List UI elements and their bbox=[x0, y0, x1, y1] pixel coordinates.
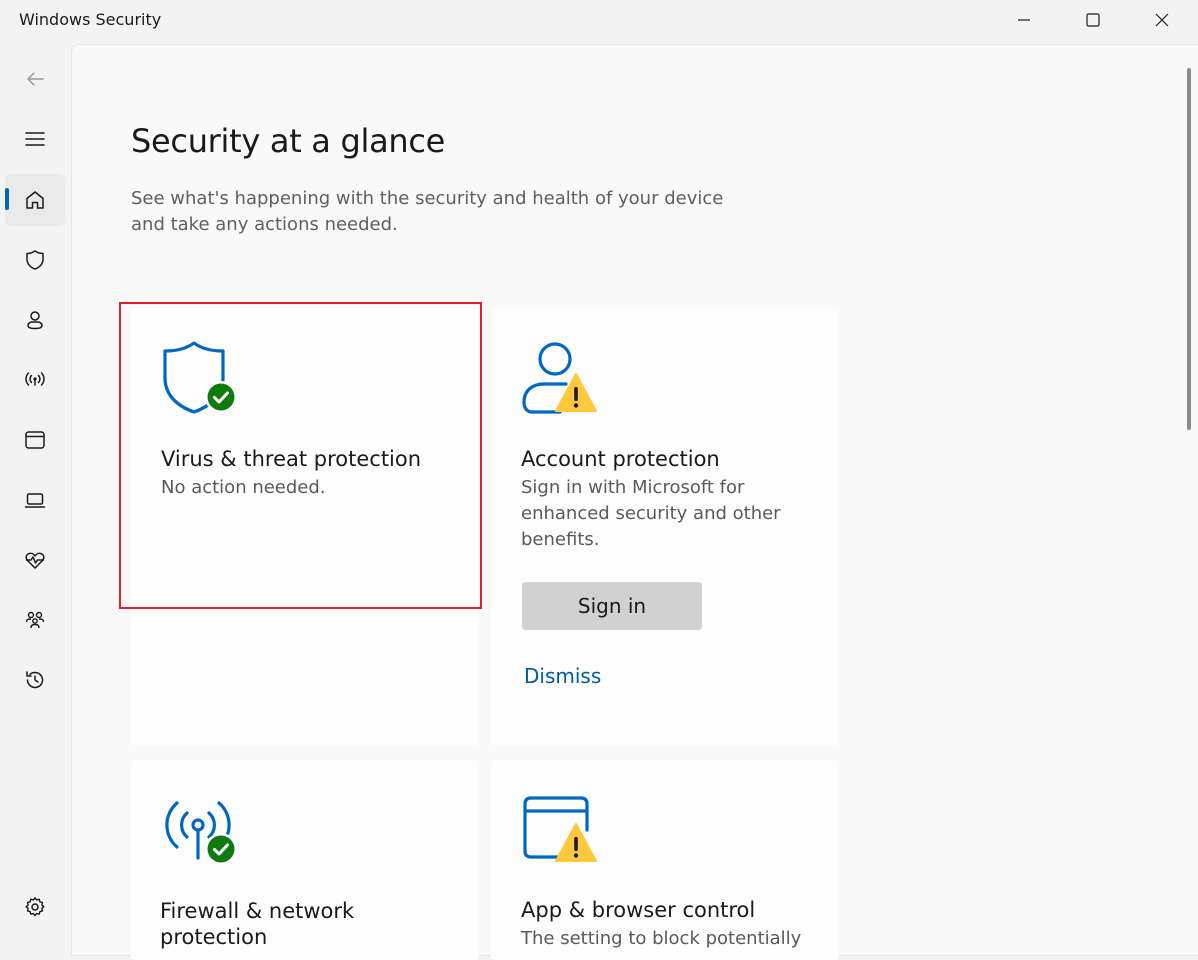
card-description: Sign in with Microsoft for enhanced secu… bbox=[521, 477, 781, 550]
minimize-icon bbox=[1018, 19, 1030, 21]
person-icon bbox=[27, 311, 43, 330]
sign-in-button[interactable]: Sign in bbox=[522, 582, 702, 630]
person-warning-icon bbox=[522, 342, 597, 414]
shield-icon bbox=[26, 250, 44, 270]
window-warning-icon bbox=[523, 796, 597, 862]
highlight-box bbox=[119, 302, 482, 609]
hamburger-menu-icon bbox=[25, 132, 45, 146]
home-icon bbox=[26, 191, 44, 209]
minimize-button[interactable] bbox=[990, 0, 1058, 40]
card-description: The setting to block potentially bbox=[521, 928, 802, 949]
app-title: Windows Security bbox=[19, 10, 162, 29]
nav-item-settings[interactable] bbox=[5, 881, 65, 933]
nav-item-firewall[interactable] bbox=[5, 354, 65, 406]
maximize-button[interactable] bbox=[1059, 0, 1127, 40]
settings-gear-icon bbox=[25, 897, 45, 917]
nav-item-app-browser[interactable] bbox=[5, 414, 65, 466]
nav-item-account-protection[interactable] bbox=[5, 294, 65, 346]
nav-active-indicator bbox=[5, 188, 9, 210]
card-title: Firewall & network protection bbox=[160, 899, 355, 949]
browser-window-icon bbox=[25, 431, 45, 449]
page-subtitle: See what's happening with the security a… bbox=[131, 188, 724, 235]
dismiss-link[interactable]: Dismiss bbox=[524, 664, 601, 688]
maximize-icon bbox=[1086, 13, 1100, 27]
nav-item-protection-history[interactable] bbox=[5, 654, 65, 706]
wireless-antenna-icon bbox=[25, 372, 45, 386]
card-title: App & browser control bbox=[521, 898, 756, 922]
family-icon bbox=[25, 611, 45, 629]
heart-pulse-icon bbox=[25, 552, 45, 569]
nav-item-device-health[interactable] bbox=[5, 534, 65, 586]
nav-item-family[interactable] bbox=[5, 594, 65, 646]
card-title: Account protection bbox=[521, 447, 720, 471]
back-button[interactable] bbox=[5, 53, 65, 105]
close-icon bbox=[1155, 13, 1169, 27]
back-arrow-icon bbox=[27, 72, 44, 86]
page-title: Security at a glance bbox=[131, 122, 446, 160]
antenna-check-icon bbox=[165, 801, 237, 865]
nav-item-virus-protection[interactable] bbox=[5, 234, 65, 286]
vertical-scrollbar[interactable] bbox=[1187, 68, 1191, 430]
nav-item-home[interactable] bbox=[5, 174, 65, 226]
title-bar: Windows Security bbox=[0, 0, 1198, 40]
nav-item-device-security[interactable] bbox=[5, 474, 65, 526]
menu-button[interactable] bbox=[5, 113, 65, 165]
laptop-icon bbox=[24, 493, 46, 508]
close-button[interactable] bbox=[1128, 0, 1196, 40]
history-icon bbox=[26, 671, 44, 689]
